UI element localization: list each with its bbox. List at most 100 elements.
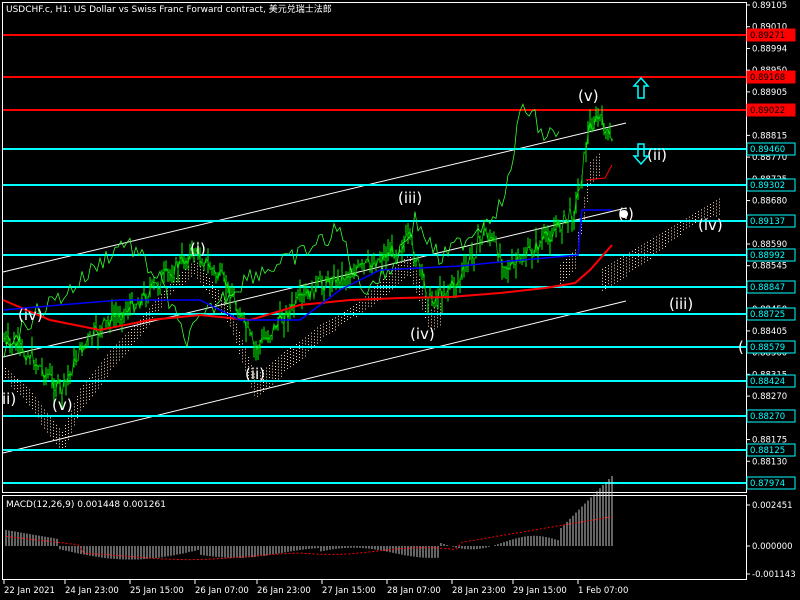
cloud-dot (380, 281, 381, 283)
cloud-dot (200, 269, 201, 271)
cloud-dot (5, 370, 6, 372)
cloud-dot (362, 305, 363, 307)
cloud-dot (95, 373, 96, 375)
cloud-dot (125, 338, 126, 340)
cloud-dot (578, 235, 579, 237)
cloud-dot (92, 392, 93, 394)
cloud-dot (53, 439, 54, 441)
time-tick-label: 28 Jan 07:00 (387, 586, 441, 596)
cloud-dot (158, 303, 159, 305)
cloud-dot (155, 310, 156, 312)
cloud-dot (311, 332, 312, 334)
cloud-dot (407, 265, 408, 267)
cloud-dot (302, 354, 303, 356)
cloud-dot (395, 279, 396, 281)
cloud-dot (59, 443, 60, 445)
cloud-dot (335, 317, 336, 319)
cloud-dot (395, 282, 396, 284)
cloud-dot (185, 272, 186, 274)
cloud-dot (35, 400, 36, 402)
wave-label: (iv) (410, 325, 435, 343)
cloud-dot (419, 299, 420, 301)
cloud-dot (68, 429, 69, 431)
cloud-dot (425, 299, 426, 301)
cloud-dot (245, 351, 246, 353)
cloud-dot (320, 339, 321, 341)
cloud-dot (134, 337, 135, 339)
cloud-dot (155, 301, 156, 303)
cloud-dot (392, 288, 393, 290)
cloud-dot (125, 344, 126, 346)
cloud-dot (17, 390, 18, 392)
cloud-dot (287, 367, 288, 369)
cloud-dot (719, 210, 720, 212)
cloud-dot (407, 271, 408, 273)
cloud-dot (293, 361, 294, 363)
cloud-dot (422, 308, 423, 310)
cloud-dot (377, 296, 378, 298)
cloud-dot (599, 162, 600, 164)
cloud-dot (620, 261, 621, 262)
cloud-dot (119, 356, 120, 358)
cloud-dot (269, 365, 270, 367)
cloud-dot (614, 261, 615, 263)
cloud-dot (575, 249, 576, 251)
cloud-dot (107, 372, 108, 374)
cloud-dot (26, 389, 27, 391)
cloud-dot (278, 378, 279, 380)
cloud-dot (317, 327, 318, 329)
cloud-dot (374, 290, 375, 292)
cloud-dot (68, 417, 69, 419)
cloud-dot (59, 434, 60, 436)
cloud-dot (191, 269, 192, 271)
cloud-dot (149, 311, 150, 313)
cloud-dot (626, 257, 627, 259)
cloud-dot (668, 229, 669, 231)
cloud-dot (266, 370, 267, 372)
cloud-dot (389, 273, 390, 275)
cloud-dot (104, 358, 105, 360)
cloud-dot (65, 424, 66, 426)
cloud-dot (143, 327, 144, 329)
cloud-dot (377, 290, 378, 292)
cloud-dot (95, 376, 96, 378)
cloud-dot (53, 421, 54, 423)
cloud-dot (269, 377, 270, 379)
cloud-dot (389, 276, 390, 278)
cloud-dot (353, 315, 354, 317)
cloud-dot (110, 353, 111, 355)
cloud-dot (332, 319, 333, 321)
wave-label: (i) (190, 240, 206, 258)
cloud-dot (626, 272, 627, 274)
cloud-dot (653, 244, 654, 246)
cloud-dot (176, 277, 177, 279)
cloud-dot (611, 266, 612, 268)
cloud-dot (716, 206, 717, 208)
cloud-dot (131, 341, 132, 343)
cloud-dot (44, 421, 45, 423)
cloud-dot (377, 299, 378, 301)
cloud-dot (674, 234, 675, 236)
cloud-dot (581, 232, 582, 234)
cloud-dot (110, 350, 111, 352)
cloud-dot (671, 233, 672, 235)
cloud-dot (284, 361, 285, 363)
cloud-dot (593, 171, 594, 173)
cloud-dot (158, 306, 159, 308)
cloud-dot (92, 374, 93, 376)
cloud-dot (119, 344, 120, 346)
cloud-dot (110, 359, 111, 361)
cloud-dot (572, 270, 573, 272)
cloud-dot (629, 252, 630, 254)
cloud-dot (194, 270, 195, 272)
cloud-dot (197, 262, 198, 264)
cloud-dot (425, 317, 426, 319)
cloud-dot (587, 182, 588, 184)
cloud-dot (26, 386, 27, 388)
cloud-dot (623, 256, 624, 258)
cloud-dot (80, 400, 81, 402)
cloud-dot (626, 260, 627, 262)
cloud-dot (350, 311, 351, 313)
trading-chart[interactable]: 0.0024510.000000-0.001143 0.891050.89010… (0, 0, 800, 600)
cloud-dot (347, 319, 348, 321)
